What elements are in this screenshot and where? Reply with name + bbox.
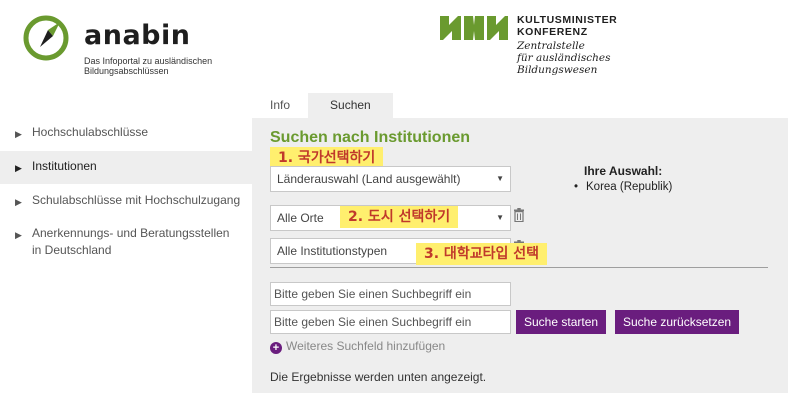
chevron-right-icon: ▶ bbox=[15, 197, 22, 207]
page-title: Suchen nach Institutionen bbox=[270, 129, 471, 146]
sidebar-item-schulabschluesse[interactable]: ▶ Schulabschlüsse mit Hochschulzugang bbox=[0, 184, 252, 217]
anabin-logo[interactable]: anabin Das Infoportal zu ausländischen B… bbox=[22, 14, 242, 84]
sidebar-item-label: Schulabschlüsse mit Hochschulzugang bbox=[32, 193, 241, 207]
chevron-right-icon: ▶ bbox=[15, 230, 22, 240]
search-input-1[interactable]: Bitte geben Sie einen Suchbegriff ein bbox=[270, 282, 511, 306]
anabin-subtitle: Das Infoportal zu ausländischen Bildungs… bbox=[84, 56, 244, 76]
kmk-subtitle-line: für ausländisches bbox=[517, 52, 611, 64]
selection-label: Ihre Auswahl: bbox=[584, 164, 663, 178]
sidebar-item-hochschulabschluesse[interactable]: ▶ Hochschulabschlüsse bbox=[0, 118, 252, 151]
anabin-title: anabin bbox=[84, 20, 191, 51]
results-note: Die Ergebnisse werden unten angezeigt. bbox=[270, 370, 487, 384]
anabin-subtitle-line: Das Infoportal zu ausländischen bbox=[84, 56, 213, 66]
plus-icon: + bbox=[270, 342, 282, 354]
kmk-title-line: KULTUSMINISTER bbox=[517, 14, 618, 26]
tab-info[interactable]: Info bbox=[252, 93, 308, 118]
search-input-2[interactable]: Bitte geben Sie einen Suchbegriff ein bbox=[270, 310, 511, 334]
search-start-button[interactable]: Suche starten bbox=[516, 310, 607, 334]
add-field-label: Weiteres Suchfeld hinzufügen bbox=[286, 339, 446, 353]
selection-list: Korea (Republik) bbox=[572, 180, 672, 195]
kmk-mark-icon bbox=[440, 16, 508, 40]
sidebar-item-anerkennungsstellen[interactable]: ▶ Anerkennungs- und Beratungsstellen in … bbox=[0, 217, 252, 259]
type-select-value: Alle Institutionstypen bbox=[277, 244, 388, 258]
tab-suchen[interactable]: Suchen bbox=[308, 93, 393, 118]
annotation-step3: 3. 대학교타입 선택 bbox=[416, 243, 547, 265]
search-panel: Suchen nach Institutionen 1. 국가선택하기 Länd… bbox=[252, 118, 788, 393]
chevron-right-icon: ▶ bbox=[15, 163, 22, 173]
chevron-right-icon: ▶ bbox=[15, 129, 22, 139]
add-search-field-link[interactable]: + Weiteres Suchfeld hinzufügen bbox=[270, 339, 445, 354]
sidebar-item-label: Institutionen bbox=[32, 159, 97, 173]
kmk-subtitle: Zentralstelle für ausländisches Bildungs… bbox=[517, 40, 611, 76]
anabin-subtitle-line: Bildungsabschlüssen bbox=[84, 66, 169, 76]
sidebar: ▶ Hochschulabschlüsse ▶ Institutionen ▶ … bbox=[0, 118, 252, 259]
tab-bar: Info Suchen bbox=[252, 93, 393, 118]
chevron-down-icon: ▼ bbox=[496, 174, 504, 183]
kmk-subtitle-line: Zentralstelle bbox=[517, 40, 585, 52]
kmk-subtitle-line: Bildungswesen bbox=[517, 64, 598, 76]
chevron-down-icon: ▼ bbox=[496, 213, 504, 222]
kmk-title: KULTUSMINISTER KONFERENZ bbox=[517, 14, 617, 38]
annotation-step2: 2. 도시 선택하기 bbox=[340, 206, 459, 228]
sidebar-item-label: Anerkennungs- und Beratungsstellen in De… bbox=[32, 226, 230, 257]
selection-item: Korea (Republik) bbox=[572, 180, 672, 195]
compass-icon bbox=[23, 15, 69, 61]
country-select-value: Länderauswahl (Land ausgewählt) bbox=[277, 172, 461, 186]
city-select-value: Alle Orte bbox=[277, 211, 324, 225]
sidebar-item-institutionen[interactable]: ▶ Institutionen bbox=[0, 151, 252, 184]
kmk-title-line: KONFERENZ bbox=[517, 26, 588, 38]
country-select[interactable]: Länderauswahl (Land ausgewählt) ▼ bbox=[270, 166, 511, 192]
sidebar-item-label: Hochschulabschlüsse bbox=[32, 125, 149, 139]
trash-icon[interactable] bbox=[513, 208, 525, 222]
kmk-logo[interactable]: KULTUSMINISTER KONFERENZ Zentralstelle f… bbox=[440, 14, 740, 86]
search-reset-button[interactable]: Suche zurücksetzen bbox=[615, 310, 740, 334]
divider bbox=[270, 267, 768, 268]
